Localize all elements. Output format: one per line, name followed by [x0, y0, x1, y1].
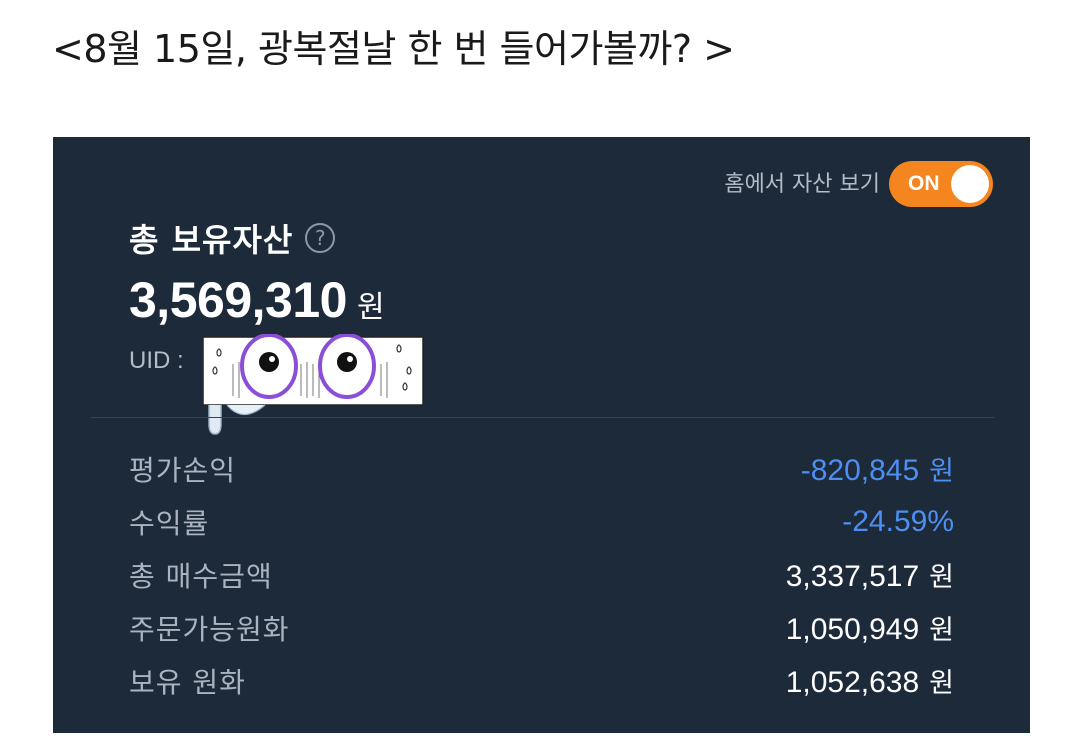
asset-title-row: 총 보유자산 ? [129, 215, 336, 261]
value-unit: 원 [929, 615, 954, 646]
row-value: 1,052,638 원 [786, 661, 954, 700]
asset-title: 총 보유자산 [129, 221, 294, 259]
row-label: 총 매수금액 [129, 559, 273, 593]
value-number: -820,845 [800, 454, 920, 487]
value-number: -24.59% [842, 504, 954, 538]
value-unit: 원 [929, 668, 954, 699]
row-total-purchase: 총 매수금액 3,337,517 원 [129, 548, 954, 601]
row-held-krw: 보유 원화 1,052,638 원 [129, 654, 954, 707]
row-label: 수익률 [129, 506, 210, 540]
row-label: 주문가능원화 [129, 612, 290, 646]
total-assets: 3,569,310 원 [129, 271, 385, 329]
value-unit: 원 [929, 456, 954, 487]
row-orderable-krw: 주문가능원화 1,050,949 원 [129, 601, 954, 654]
total-unit: 원 [356, 290, 385, 325]
row-value: -24.59% [842, 505, 954, 539]
help-circle-icon[interactable]: ? [305, 223, 336, 253]
row-label: 보유 원화 [129, 665, 246, 699]
uid-label: UID : [129, 347, 184, 374]
asset-detail-list: 평가손익 -820,845 원 수익률 -24.59% 총 매수금액 3,337… [129, 442, 954, 707]
sweating-eyes-sticker [203, 334, 424, 435]
row-return-rate: 수익률 -24.59% [129, 495, 954, 548]
home-toggle-label: 홈에서 자산 보기 [724, 172, 880, 197]
value-number: 3,337,517 [785, 560, 920, 593]
asset-panel: 홈에서 자산 보기 ON 총 보유자산 ? 3,569,310 원 UID : [53, 137, 1030, 733]
row-eval-profit: 평가손익 -820,845 원 [129, 442, 954, 495]
show-on-home-toggle[interactable]: ON [889, 161, 993, 207]
row-value: -820,845 원 [801, 449, 954, 488]
divider [91, 417, 994, 418]
row-label: 평가손익 [129, 453, 237, 487]
value-number: 1,052,638 [785, 666, 920, 699]
toggle-state-text: ON [908, 172, 940, 195]
toggle-knob [951, 165, 989, 203]
value-number: 1,050,949 [785, 613, 920, 646]
row-value: 3,337,517 원 [786, 555, 954, 594]
row-value: 1,050,949 원 [786, 608, 954, 647]
total-value: 3,569,310 [129, 272, 347, 328]
value-unit: 원 [929, 562, 954, 593]
post-title: <8월 15일, 광복절날 한 번 들어가볼까? > [52, 27, 735, 71]
